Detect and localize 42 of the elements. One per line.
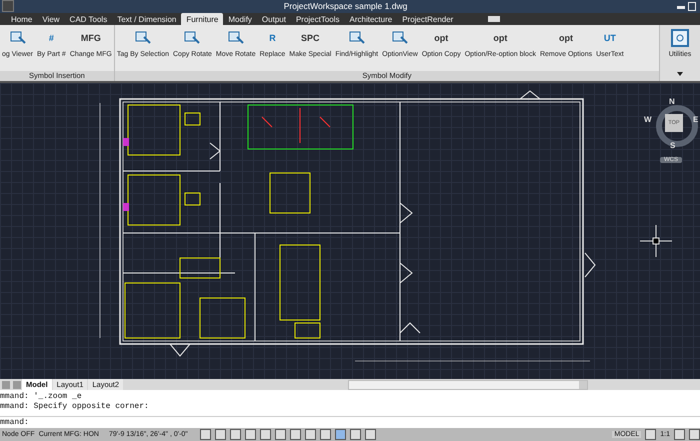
ribbon-tab[interactable]: CAD Tools [64, 13, 112, 26]
drafting-toggle-icon[interactable] [214, 429, 226, 440]
drafting-toggle-icon[interactable] [244, 429, 256, 440]
drafting-toggle-icon[interactable] [320, 429, 331, 440]
drafting-toggle-icon[interactable] [334, 429, 346, 440]
drafting-toggle-icon[interactable] [350, 429, 361, 440]
drafting-toggle-icon[interactable] [260, 429, 271, 440]
drafting-toggle-icon[interactable] [274, 429, 286, 440]
tool-icon: MFG [80, 28, 102, 48]
ribbon-tab[interactable]: Architecture [344, 13, 398, 26]
ribbon-tab[interactable]: Modify [223, 13, 257, 26]
command-history-line: mmand: Specify opposite corner: [0, 402, 150, 412]
window-title: ProjectWorkspace sample 1.dwg [282, 1, 408, 12]
horizontal-scrollbar[interactable] [348, 380, 588, 390]
ribbon-tab[interactable]: Text / Dimension [112, 13, 182, 26]
drafting-toggle-icon[interactable] [230, 429, 241, 440]
compass-label: S [670, 140, 676, 150]
utilities-icon [669, 28, 691, 48]
drafting-toggle-icon[interactable] [200, 429, 211, 440]
command-history-line: mmand: '_.zoom _e [0, 392, 83, 402]
tool-icon: R [261, 28, 284, 48]
tool-icon: # [40, 28, 62, 48]
ribbon-tab[interactable]: Home [6, 13, 38, 26]
ribbon-tab[interactable]: Furniture [181, 13, 224, 26]
tool-icon: UT [598, 28, 621, 48]
restore-icon[interactable] [688, 2, 696, 11]
compass-label: N [669, 96, 675, 106]
tool-icon: opt [430, 28, 452, 48]
ribbon-tab[interactable]: ProjectTools [290, 13, 345, 26]
drafting-toggle-icon[interactable] [364, 429, 376, 440]
drafting-toggle-icon[interactable] [290, 429, 301, 440]
drafting-toggle-icon[interactable] [304, 429, 316, 440]
compass-label: E [693, 114, 698, 124]
crosshair-cursor-icon [640, 224, 672, 258]
minimize-icon[interactable] [677, 6, 685, 9]
ribbon-tab[interactable]: ProjectRender [397, 13, 458, 26]
compass-label: W [644, 114, 652, 124]
tool-icon: SPC [299, 28, 322, 48]
tool-icon: opt [555, 28, 578, 48]
ribbon-tab[interactable]: View [37, 13, 65, 26]
ribbon-tab[interactable]: Output [256, 13, 291, 26]
tool-icon: opt [489, 28, 512, 48]
